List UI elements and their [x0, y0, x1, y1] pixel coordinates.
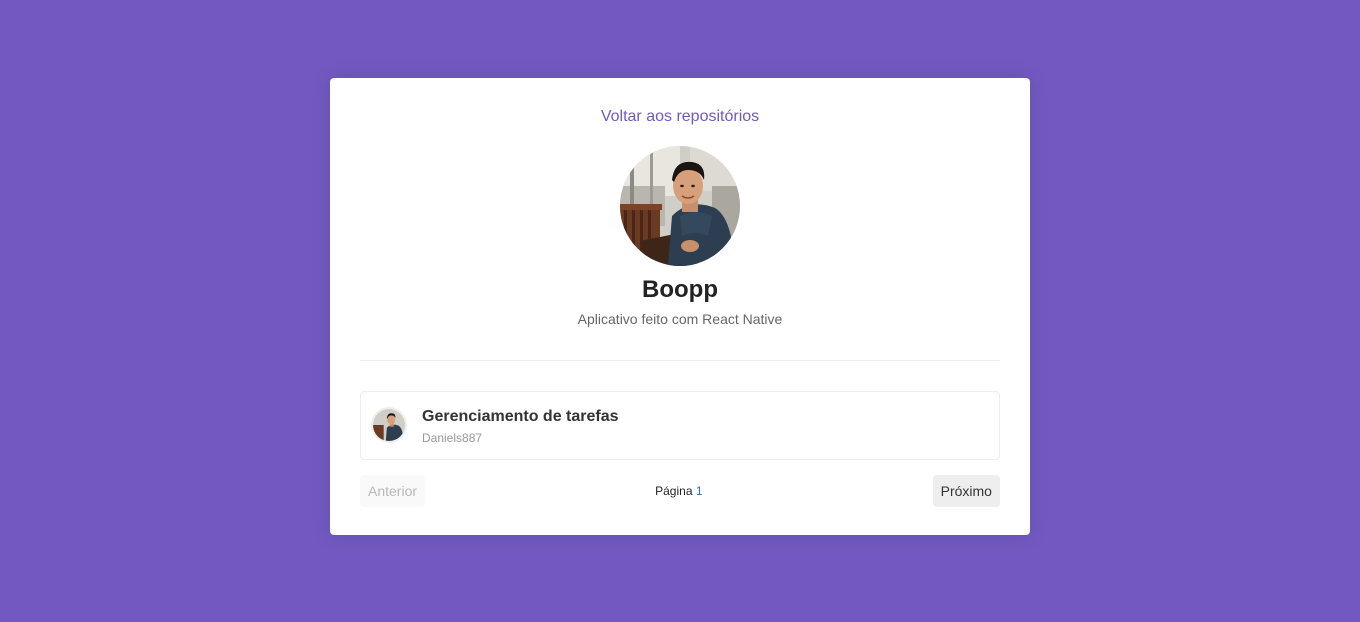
repository-name: Boopp: [642, 276, 718, 303]
issue-title-link[interactable]: Gerenciamento de tarefas: [422, 407, 619, 427]
repository-card: Voltar aos repositórios Boopp Aplicativo…: [330, 78, 1030, 535]
page-number: 1: [695, 484, 703, 498]
next-page-button[interactable]: Próximo: [932, 475, 1000, 507]
issue-body: Gerenciamento de tarefas Daniels887: [422, 407, 619, 445]
pagination: Anterior Página 1 Próximo: [360, 475, 1000, 507]
previous-page-button[interactable]: Anterior: [360, 475, 426, 507]
back-to-repositories-link[interactable]: Voltar aos repositórios: [601, 109, 759, 125]
page-indicator: Página 1: [655, 484, 702, 498]
issue-author-avatar: [371, 406, 407, 443]
issue-author: Daniels887: [422, 430, 483, 445]
owner-header: Voltar aos repositórios Boopp Aplicativo…: [360, 108, 1000, 328]
section-divider: [360, 360, 1000, 361]
person-photo-icon: [373, 408, 405, 441]
owner-avatar: [620, 146, 740, 266]
person-photo-icon: [620, 146, 740, 266]
issue-item: Gerenciamento de tarefas Daniels887: [360, 391, 1000, 460]
issue-list: Gerenciamento de tarefas Daniels887: [360, 391, 1000, 460]
page-prefix: Página: [655, 484, 693, 498]
repository-description: Aplicativo feito com React Native: [577, 311, 783, 327]
